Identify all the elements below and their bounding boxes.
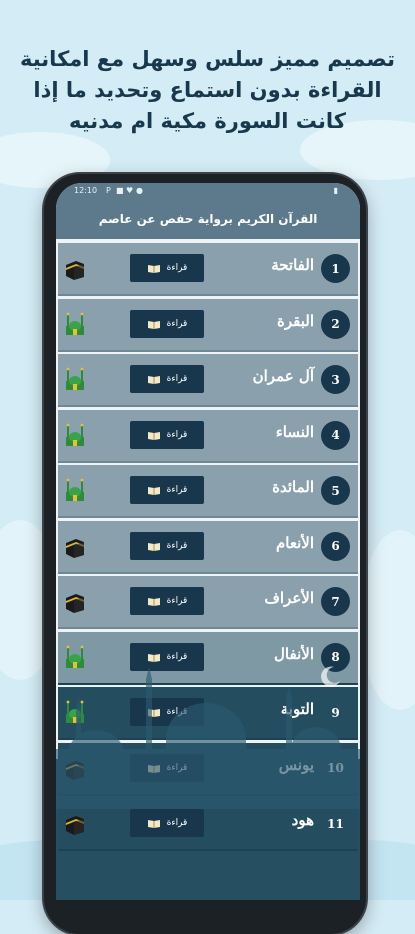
surah-row[interactable]: 4 النساء قراءة (58, 409, 358, 463)
surah-name: البقرة (277, 311, 314, 330)
kaaba-icon (66, 760, 84, 780)
status-time: 12:10 (74, 186, 98, 195)
read-button-label: قراءة (166, 651, 188, 662)
app-title-bar: القرآن الكريم برواية حفص عن عاصم (56, 199, 360, 239)
open-book-icon (147, 764, 160, 773)
mosque-icon (66, 367, 84, 390)
surah-list[interactable]: 1 الفاتحة قراءة 2 البقرة قراءة 3 آل عمران قراءة 4… (56, 239, 360, 900)
kaaba-icon (66, 594, 84, 613)
phone-screen: 12:10 P ■ ♥ ● ▮ القرآن الكريم برواية حفص… (56, 183, 360, 900)
open-book-icon (147, 431, 160, 440)
dot-icon: ● (136, 186, 143, 195)
surah-number-badge: 3 (321, 365, 350, 394)
promo-headline: تصميم مميز سلس وسهل مع امكانية القراءة ب… (14, 44, 401, 137)
surah-number-badge: 2 (321, 309, 350, 339)
read-button[interactable]: قراءة (130, 309, 204, 338)
read-button[interactable]: قراءة (130, 642, 204, 671)
read-button[interactable]: قراءة (130, 753, 204, 782)
surah-number-badge: 5 (321, 476, 350, 505)
read-button-label: قراءة (166, 374, 188, 384)
read-button-label: قراءة (166, 429, 188, 440)
surah-row[interactable]: 3 آل عمران قراءة (58, 354, 358, 407)
surah-name: الأعراف (264, 589, 314, 607)
surah-name: الأنعام (276, 533, 314, 552)
open-book-icon (147, 709, 160, 717)
open-book-icon (147, 376, 160, 384)
surah-name: الفاتحة (271, 256, 314, 274)
parking-icon: P (106, 186, 111, 195)
surah-name: هود (291, 811, 314, 829)
read-button-label: قراءة (166, 707, 188, 717)
headline-line-2: القراءة بدون استماع وتحديد ما إذا (33, 78, 382, 102)
open-book-icon (147, 487, 160, 495)
read-button[interactable]: قراءة (130, 587, 204, 615)
mosque-icon (66, 478, 84, 501)
surah-number-badge: 1 (321, 254, 350, 283)
surah-row[interactable]: 9 التوبة قراءة (58, 687, 358, 740)
read-button[interactable]: قراءة (130, 420, 204, 449)
kaaba-icon (66, 816, 84, 835)
read-button-label: قراءة (166, 540, 188, 551)
open-book-icon (147, 820, 160, 828)
surah-number-badge: 8 (321, 642, 350, 672)
read-button[interactable]: قراءة (130, 254, 204, 282)
status-bar: 12:10 P ■ ♥ ● ▮ (56, 183, 360, 199)
read-button[interactable]: قراءة (130, 809, 204, 837)
read-button-label: قراءة (166, 485, 188, 495)
surah-number-badge: 4 (321, 420, 350, 450)
read-button[interactable]: قراءة (130, 698, 204, 726)
surah-number-badge: 10 (327, 761, 344, 775)
surah-row[interactable]: 7 الأعراف قراءة (58, 576, 358, 629)
surah-name: المائدة (272, 478, 314, 496)
surah-row[interactable]: 2 البقرة قراءة (58, 298, 358, 352)
surah-name: يونس (278, 755, 314, 774)
read-button-label: قراءة (166, 818, 188, 828)
battery-icon: ▮ (333, 186, 338, 195)
read-button[interactable]: قراءة (130, 531, 204, 560)
read-button-label: قراءة (166, 596, 188, 606)
surah-number-badge: 7 (321, 587, 350, 616)
surah-number-badge: 6 (321, 531, 350, 561)
surah-name: النساء (275, 422, 314, 441)
surah-name: الأنفال (274, 644, 314, 663)
read-button[interactable]: قراءة (130, 476, 204, 504)
read-button-label: قراءة (166, 762, 188, 773)
surah-row[interactable]: 5 المائدة قراءة (58, 465, 358, 518)
surah-row[interactable]: 1 الفاتحة قراءة (58, 243, 358, 296)
open-book-icon (147, 320, 160, 329)
read-button-label: قراءة (166, 263, 188, 273)
app-title: القرآن الكريم برواية حفص عن عاصم (98, 212, 318, 226)
surah-row[interactable]: 8 الأنفال قراءة (58, 631, 358, 685)
surah-number-badge: 11 (327, 816, 344, 831)
headline-line-3: كانت السورة مكية ام مدنيه (69, 109, 346, 133)
open-book-icon (147, 653, 160, 662)
read-button[interactable]: قراءة (130, 365, 204, 393)
surah-name: آل عمران (252, 367, 314, 385)
gallery-icon: ■ (116, 186, 124, 195)
mosque-icon (66, 312, 84, 335)
open-book-icon (147, 542, 160, 551)
mosque-icon (66, 423, 84, 446)
headline-line-1: تصميم مميز سلس وسهل مع امكانية (19, 47, 396, 71)
mosque-icon (66, 700, 84, 723)
kaaba-icon (66, 538, 84, 558)
open-book-icon (147, 598, 160, 606)
surah-row[interactable]: 6 الأنعام قراءة (58, 520, 358, 574)
mosque-icon (66, 645, 84, 668)
surah-row[interactable]: 11 هود قراءة (58, 798, 358, 851)
surah-name: التوبة (280, 700, 314, 718)
shield-icon: ♥ (126, 186, 134, 195)
kaaba-icon (66, 261, 84, 280)
surah-number-badge: 9 (331, 705, 340, 720)
surah-row[interactable]: 10 يونس قراءة (58, 742, 358, 796)
read-button-label: قراءة (166, 318, 188, 329)
open-book-icon (147, 265, 160, 273)
